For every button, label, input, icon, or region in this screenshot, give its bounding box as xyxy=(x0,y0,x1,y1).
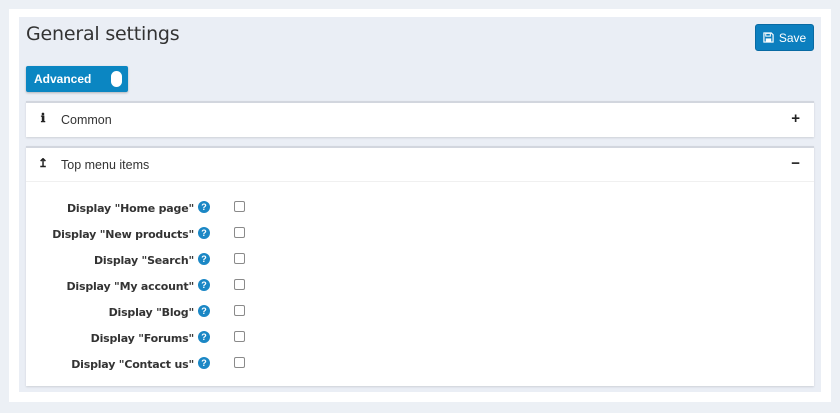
advanced-label: Advanced xyxy=(34,72,92,86)
collapse-icon[interactable]: − xyxy=(791,155,800,172)
help-icon[interactable]: ? xyxy=(198,227,210,239)
help-icon[interactable]: ? xyxy=(198,279,210,291)
info-icon: ℹ xyxy=(40,111,46,125)
setting-label: Display "New products" xyxy=(52,228,194,241)
display-search-checkbox[interactable] xyxy=(234,253,245,264)
display-blog-checkbox[interactable] xyxy=(234,305,245,316)
setting-label: Display "Contact us" xyxy=(71,358,194,371)
toggle-knob xyxy=(111,71,122,87)
panel-top-menu: ↥ Top menu items − Display "Home page" ?… xyxy=(26,146,814,386)
save-button[interactable]: Save xyxy=(755,24,814,51)
floppy-disk-icon xyxy=(763,32,774,43)
setting-row-new-products: Display "New products" ? xyxy=(26,226,814,246)
help-icon[interactable]: ? xyxy=(198,253,210,265)
setting-row-forums: Display "Forums" ? xyxy=(26,330,814,350)
display-my-account-checkbox[interactable] xyxy=(234,279,245,290)
setting-label: Display "My account" xyxy=(66,280,194,293)
save-label: Save xyxy=(778,30,807,45)
display-contact-us-checkbox[interactable] xyxy=(234,357,245,368)
page-title: General settings xyxy=(26,23,180,45)
setting-row-search: Display "Search" ? xyxy=(26,252,814,272)
setting-label: Display "Search" xyxy=(93,254,194,267)
display-home-page-checkbox[interactable] xyxy=(234,201,245,212)
setting-label: Display "Home page" xyxy=(67,202,194,215)
advanced-toggle[interactable]: Advanced xyxy=(26,66,128,92)
help-icon[interactable]: ? xyxy=(198,305,210,317)
panel-common-header[interactable]: ℹ Common + xyxy=(26,103,814,137)
setting-row-contact-us: Display "Contact us" ? xyxy=(26,356,814,376)
display-new-products-checkbox[interactable] xyxy=(234,227,245,238)
setting-label: Display "Blog" xyxy=(108,306,195,319)
setting-row-blog: Display "Blog" ? xyxy=(26,304,814,324)
setting-label: Display "Forums" xyxy=(90,332,195,345)
help-icon[interactable]: ? xyxy=(198,357,210,369)
arrow-up-icon: ↥ xyxy=(38,156,49,170)
help-icon[interactable]: ? xyxy=(198,201,210,213)
expand-icon[interactable]: + xyxy=(791,110,800,127)
panel-common-title: Common xyxy=(61,113,112,127)
setting-row-my-account: Display "My account" ? xyxy=(26,278,814,298)
help-icon[interactable]: ? xyxy=(198,331,210,343)
panel-top-menu-header[interactable]: ↥ Top menu items − xyxy=(26,148,814,182)
display-forums-checkbox[interactable] xyxy=(234,331,245,342)
content-area: General settings Save Advanced ℹ Common … xyxy=(19,17,821,392)
panel-top-menu-title: Top menu items xyxy=(61,158,150,172)
panel-common: ℹ Common + xyxy=(26,101,814,137)
setting-row-home-page: Display "Home page" ? xyxy=(26,200,814,220)
